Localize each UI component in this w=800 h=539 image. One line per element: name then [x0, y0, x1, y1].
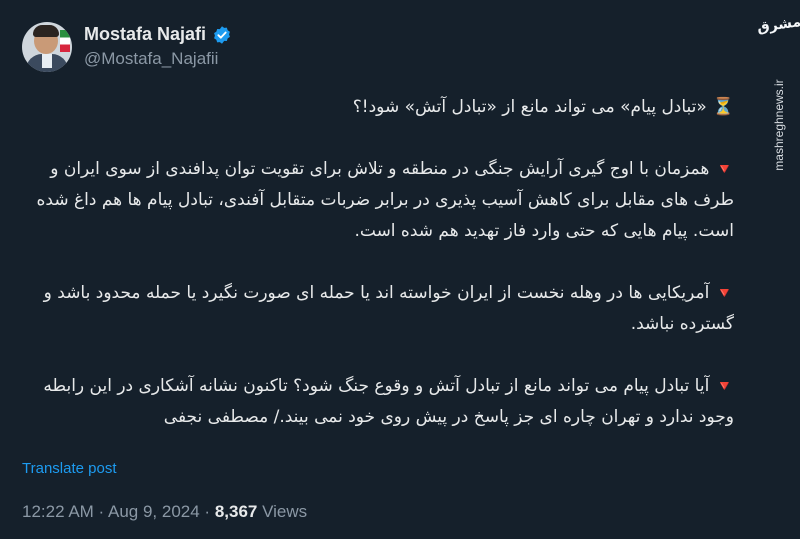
tweet-time[interactable]: 12:22 AM [22, 502, 94, 521]
tweet-title-line: ⏳«تبادل پیام» می تواند مانع از «تبادل آت… [352, 97, 734, 117]
watermark-strip: مشرق mashreghnews.ir [756, 0, 800, 539]
flag-icon [60, 30, 70, 52]
watermark-site: mashreghnews.ir [772, 79, 786, 171]
mashregh-logo: مشرق [756, 14, 800, 36]
avatar[interactable] [22, 22, 72, 72]
red-triangle-icon: 🔻 [715, 377, 734, 395]
tweet-card: Mostafa Najafi @Mostafa_Najafii ⏳«تبادل … [0, 0, 760, 539]
verified-badge-icon [214, 25, 230, 44]
views-count: 8,367 [214, 502, 258, 521]
tweet-text: ⏳«تبادل پیام» می تواند مانع از «تبادل آت… [14, 92, 735, 464]
translate-post-link[interactable]: Translate post [22, 460, 117, 477]
author-name-row: Mostafa Najafi [84, 24, 232, 45]
tweet-paragraph: 🔻همزمان با اوج گیری آرایش جنگی در منطقه … [36, 159, 735, 241]
author-display-name[interactable]: Mostafa Najafi [84, 24, 206, 45]
author-handle[interactable]: @Mostafa_Najafii [84, 49, 218, 69]
red-triangle-icon: 🔻 [715, 284, 734, 302]
red-triangle-icon: 🔻 [715, 160, 734, 178]
tweet-date[interactable]: Aug 9, 2024 [108, 502, 200, 521]
tweet-paragraph: 🔻آیا تبادل پیام می تواند مانع از تبادل آ… [43, 376, 734, 427]
hourglass-icon: ⏳ [712, 97, 734, 117]
views-label: Views [257, 502, 308, 521]
tweet-meta: 12:22 AM · Aug 9, 2024 · 8,367 Views [22, 502, 308, 521]
tweet-paragraph: 🔻آمریکایی ها در وهله نخست از ایران خواست… [43, 283, 734, 334]
